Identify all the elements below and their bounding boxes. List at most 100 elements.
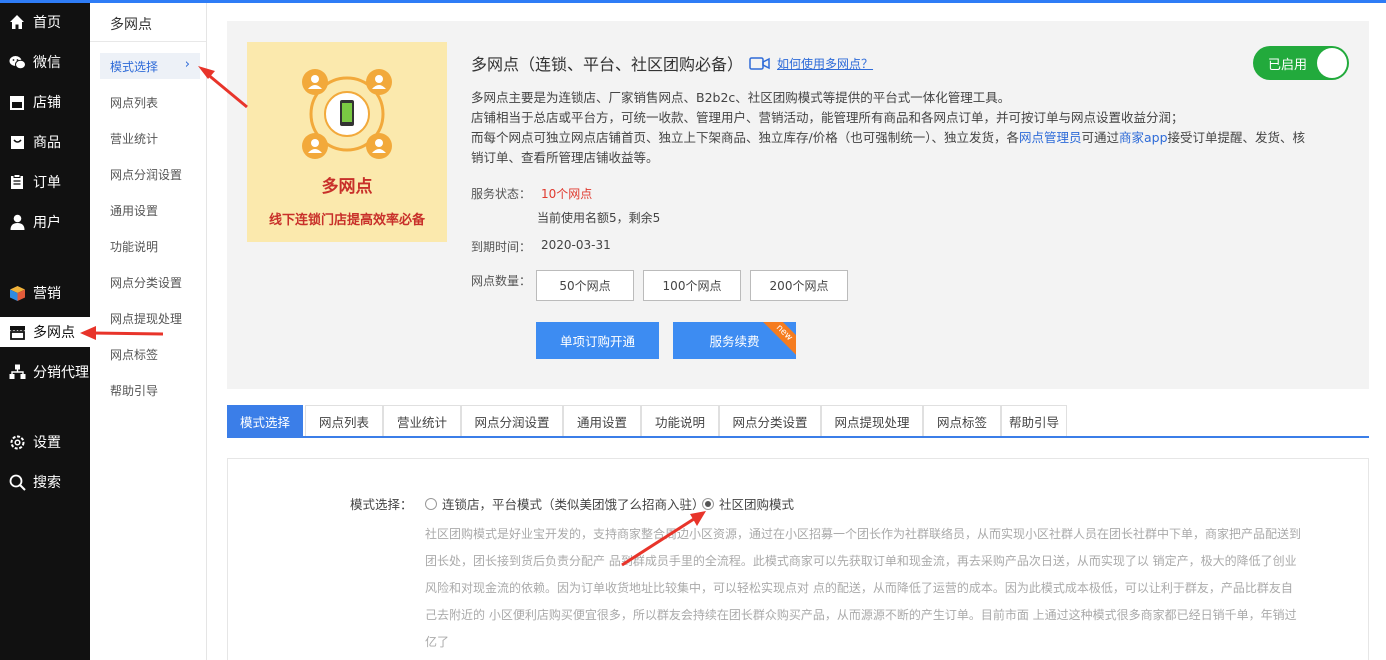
desc-text: 而每个网点可独立网点店铺首页、独立上下架商品、独立库存/价格（也可强制统一）、独…: [471, 130, 1019, 145]
radio-label: 社区团购模式: [719, 497, 795, 512]
network-illustration-icon: [302, 69, 392, 159]
mode-label: 模式选择：: [350, 497, 413, 512]
shop-front-icon: [8, 323, 26, 341]
subnav-item-general-settings[interactable]: 通用设置: [100, 197, 200, 223]
toggle-label: 已启用: [1268, 57, 1308, 73]
thumbnail-title: 多网点: [321, 177, 373, 197]
subnav-item-feature-desc[interactable]: 功能说明: [100, 233, 200, 259]
subnav-label: 网点提现处理: [110, 311, 183, 326]
tab-general-settings[interactable]: 通用设置: [563, 405, 641, 436]
merchant-app-link[interactable]: 商家app: [1119, 130, 1168, 145]
nav-item-distribution[interactable]: 分销代理: [0, 357, 90, 387]
subnav-title: 多网点: [110, 17, 152, 33]
subnav-label: 营业统计: [110, 131, 159, 146]
renew-button[interactable]: 服务续费 new: [673, 322, 796, 359]
subnav-item-profit-share[interactable]: 网点分润设置: [100, 161, 200, 187]
subnav-item-tags[interactable]: 网点标签: [100, 341, 200, 367]
tab-outlet-list[interactable]: 网点列表: [305, 405, 383, 436]
subnav-item-business-stats[interactable]: 营业统计: [100, 125, 200, 151]
nav-item-multi-outlet[interactable]: 多网点: [0, 317, 90, 347]
nav-item-home[interactable]: 首页: [0, 7, 90, 37]
clipboard-icon: [8, 173, 26, 191]
nav-label: 多网点: [33, 325, 75, 341]
mode-desc-line: 社区团购模式是好业宝开发的，支持商家整合周边小区资源，通过在小区招募一个团长作为…: [425, 527, 1302, 541]
tab-category-settings[interactable]: 网点分类设置: [719, 405, 821, 436]
thumbnail-subtitle: 线下连锁门店提高效率必备: [268, 213, 425, 228]
radio-chain-platform[interactable]: 连锁店，平台模式（类似美团饿了么招商入驻）: [425, 494, 705, 513]
mode-desc-line: 己去附近的 小区便利店购买便宜很多，所以群友会持续在团长群众购买产品，从而源源不…: [425, 608, 1297, 622]
video-camera-icon[interactable]: [749, 56, 771, 71]
plugin-card: 多网点 线下连锁门店提高效率必备 多网点（连锁、平台、社区团购必备） 如何使用多…: [227, 21, 1369, 389]
user-icon: [8, 213, 26, 231]
tab-business-stats[interactable]: 营业统计: [383, 405, 461, 436]
nav-item-orders[interactable]: 订单: [0, 167, 90, 197]
tab-profit-share[interactable]: 网点分润设置: [461, 405, 563, 436]
desc-line: 而每个网点可独立网点店铺首页、独立上下架商品、独立库存/价格（也可强制统一）、独…: [471, 128, 1351, 148]
mode-desc-line: 团长处，团长接到货后负责分配产 品到群成员手里的全流程。此模式商家可以先获取订单…: [425, 554, 1297, 568]
nav-item-wechat[interactable]: 微信: [0, 47, 90, 77]
nav-label: 订单: [33, 175, 61, 191]
new-ribbon: new: [759, 322, 796, 358]
primary-nav: 首页 微信 店铺 商品 订单 用户 营销 多网点 分销代理 设置 搜索: [0, 3, 90, 660]
toggle-knob: [1317, 48, 1347, 78]
nav-label: 分销代理: [33, 365, 89, 381]
nav-item-marketing[interactable]: 营销: [0, 278, 90, 308]
secondary-nav: 多网点 模式选择 › 网点列表 营业统计 网点分润设置 通用设置 功能说明 网点分…: [90, 3, 207, 660]
hierarchy-icon: [8, 363, 26, 381]
nav-label: 首页: [33, 15, 61, 31]
subnav-item-withdraw[interactable]: 网点提现处理: [100, 305, 200, 331]
subnav-label: 通用设置: [110, 203, 159, 218]
nav-item-goods[interactable]: 商品: [0, 127, 90, 157]
subnav-label: 功能说明: [110, 239, 159, 254]
nav-label: 微信: [33, 55, 61, 71]
renew-label: 服务续费: [709, 334, 760, 349]
store-icon: [8, 93, 26, 111]
expire-label: 到期时间：: [471, 240, 532, 254]
nav-item-users[interactable]: 用户: [0, 207, 90, 237]
subnav-item-help[interactable]: 帮助引导: [100, 377, 200, 403]
nav-item-store[interactable]: 店铺: [0, 87, 90, 117]
desc-line: 销订单、查看所管理店铺收益等。: [471, 150, 659, 165]
subnav-label: 网点分类设置: [110, 275, 183, 290]
subnav-label: 模式选择: [110, 59, 159, 74]
service-status-label: 服务状态：: [471, 187, 532, 201]
subnav-label: 帮助引导: [110, 383, 159, 398]
tab-mode[interactable]: 模式选择: [227, 405, 303, 436]
nav-label: 营销: [33, 286, 61, 302]
subnav-item-category-settings[interactable]: 网点分类设置: [100, 269, 200, 295]
enabled-toggle[interactable]: 已启用: [1253, 46, 1349, 80]
nav-label: 店铺: [33, 95, 61, 111]
tab-tags[interactable]: 网点标签: [923, 405, 1001, 436]
radio-dot-icon: [702, 497, 714, 510]
mode-desc-line: 亿了: [425, 635, 450, 649]
plugin-description: 多网点主要是为连锁店、厂家销售网点、B2b2c、社区团购模式等提供的平台式一体化…: [471, 88, 1351, 168]
qty-option-200[interactable]: 200个网点: [750, 270, 848, 301]
single-order-button[interactable]: 单项订购开通: [536, 322, 659, 359]
service-status-value: 10个网点: [541, 187, 593, 201]
qty-option-50[interactable]: 50个网点: [536, 270, 634, 301]
tab-feature-desc[interactable]: 功能说明: [641, 405, 719, 436]
outlet-manager-link[interactable]: 网点管理员: [1019, 130, 1082, 145]
subnav-item-mode[interactable]: 模式选择 ›: [100, 53, 200, 79]
mode-description: 社区团购模式是好业宝开发的，支持商家整合周边小区资源，通过在小区招募一个团长作为…: [425, 521, 1305, 656]
radio-community-group[interactable]: 社区团购模式: [702, 494, 794, 513]
tab-withdraw[interactable]: 网点提现处理: [821, 405, 923, 436]
tab-help[interactable]: 帮助引导: [1001, 405, 1067, 436]
quota-text: 当前使用名额5，剩余5: [537, 211, 661, 225]
mode-desc-line: 风险和对现金流的依赖。因为订单收货地址比较集中，可以轻松实现点对 点的配送，从而…: [425, 581, 1293, 595]
plugin-title: 多网点（连锁、平台、社区团购必备）: [471, 55, 744, 74]
nav-item-search[interactable]: 搜索: [0, 467, 90, 497]
expire-value: 2020-03-31: [541, 238, 611, 252]
subnav-divider: [90, 41, 206, 42]
qty-option-100[interactable]: 100个网点: [643, 270, 741, 301]
subnav-label: 网点列表: [110, 95, 159, 110]
nav-item-settings[interactable]: 设置: [0, 427, 90, 457]
subnav-item-outlet-list[interactable]: 网点列表: [100, 89, 200, 115]
home-icon: [8, 13, 26, 31]
gear-icon: [8, 433, 26, 451]
how-to-use-link[interactable]: 如何使用多网点？: [777, 55, 873, 72]
main-content: 多网点 线下连锁门店提高效率必备 多网点（连锁、平台、社区团购必备） 如何使用多…: [207, 3, 1386, 660]
subnav-label: 网点分润设置: [110, 167, 183, 182]
plugin-heading: 多网点（连锁、平台、社区团购必备） 如何使用多网点？: [471, 51, 873, 75]
nav-label: 商品: [33, 135, 61, 151]
